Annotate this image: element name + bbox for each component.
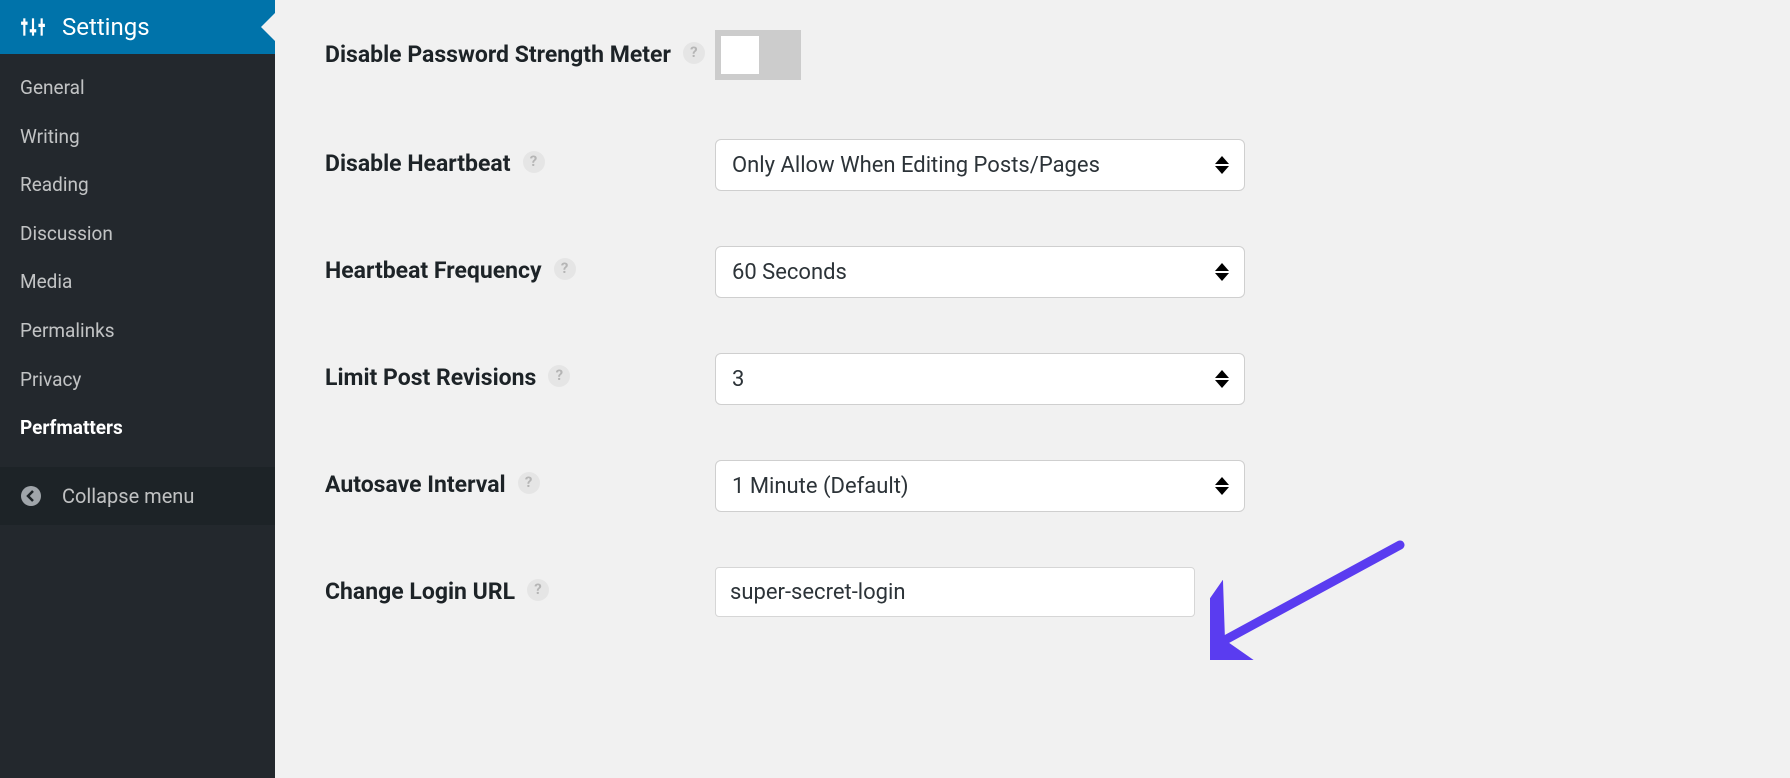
setting-label: Change Login URL ? <box>325 567 715 608</box>
sidebar-header-label: Settings <box>62 13 150 41</box>
setting-row-change-login-url: Change Login URL ? <box>325 567 1790 617</box>
sidebar-item-label: Media <box>20 270 72 293</box>
setting-label-text: Change Login URL <box>325 575 515 608</box>
select-limit-post-revisions[interactable]: 3 <box>715 353 1245 405</box>
sidebar-item-label: Permalinks <box>20 319 115 342</box>
settings-panel: Disable Password Strength Meter ? Disabl… <box>275 0 1790 778</box>
sidebar-item-permalinks[interactable]: Permalinks <box>0 307 275 356</box>
select-heartbeat-frequency[interactable]: 60 Seconds <box>715 246 1245 298</box>
select-value: 3 <box>715 353 1245 405</box>
setting-label: Disable Password Strength Meter ? <box>325 30 715 71</box>
settings-form: Disable Password Strength Meter ? Disabl… <box>325 30 1790 617</box>
sidebar-item-writing[interactable]: Writing <box>0 113 275 162</box>
sidebar-item-discussion[interactable]: Discussion <box>0 210 275 259</box>
select-value: 1 Minute (Default) <box>715 460 1245 512</box>
setting-row-disable-password-strength: Disable Password Strength Meter ? <box>325 30 1790 84</box>
collapse-icon <box>18 483 44 509</box>
sidebar-item-label: Discussion <box>20 222 113 245</box>
setting-label-text: Disable Heartbeat <box>325 147 511 180</box>
setting-label-text: Heartbeat Frequency <box>325 254 542 287</box>
sidebar-item-perfmatters[interactable]: Perfmatters <box>0 404 275 453</box>
toggle-knob <box>721 36 759 74</box>
setting-label: Disable Heartbeat ? <box>325 139 715 180</box>
sidebar-item-label: General <box>20 76 85 99</box>
sliders-icon <box>18 12 48 42</box>
setting-label-text: Limit Post Revisions <box>325 361 536 394</box>
setting-label: Autosave Interval ? <box>325 460 715 501</box>
sidebar-item-reading[interactable]: Reading <box>0 161 275 210</box>
select-autosave-interval[interactable]: 1 Minute (Default) <box>715 460 1245 512</box>
help-icon[interactable]: ? <box>523 151 545 173</box>
help-icon[interactable]: ? <box>683 42 705 64</box>
sidebar-item-general[interactable]: General <box>0 64 275 113</box>
toggle-disable-password-strength[interactable] <box>715 30 801 80</box>
sidebar-header-settings[interactable]: Settings <box>0 0 275 54</box>
help-icon[interactable]: ? <box>518 472 540 494</box>
setting-row-heartbeat-frequency: Heartbeat Frequency ? 60 Seconds <box>325 246 1790 298</box>
help-icon[interactable]: ? <box>554 258 576 280</box>
sidebar-item-media[interactable]: Media <box>0 258 275 307</box>
sidebar-items: General Writing Reading Discussion Media… <box>0 54 275 461</box>
setting-row-disable-heartbeat: Disable Heartbeat ? Only Allow When Edit… <box>325 139 1790 191</box>
sidebar-item-label: Perfmatters <box>20 416 123 439</box>
setting-row-autosave-interval: Autosave Interval ? 1 Minute (Default) <box>325 460 1790 512</box>
setting-label-text: Disable Password Strength Meter <box>325 38 671 71</box>
select-value: 60 Seconds <box>715 246 1245 298</box>
input-change-login-url[interactable] <box>715 567 1195 617</box>
collapse-menu-label: Collapse menu <box>62 484 194 508</box>
sidebar-item-label: Privacy <box>20 368 81 391</box>
help-icon[interactable]: ? <box>548 365 570 387</box>
sidebar-item-label: Writing <box>20 125 80 148</box>
collapse-menu-button[interactable]: Collapse menu <box>0 467 275 525</box>
admin-sidebar: Settings General Writing Reading Discuss… <box>0 0 275 778</box>
select-disable-heartbeat[interactable]: Only Allow When Editing Posts/Pages <box>715 139 1245 191</box>
help-icon[interactable]: ? <box>527 579 549 601</box>
setting-label: Heartbeat Frequency ? <box>325 246 715 287</box>
sidebar-item-label: Reading <box>20 173 89 196</box>
setting-label-text: Autosave Interval <box>325 468 506 501</box>
setting-label: Limit Post Revisions ? <box>325 353 715 394</box>
sidebar-item-privacy[interactable]: Privacy <box>0 356 275 405</box>
setting-row-limit-post-revisions: Limit Post Revisions ? 3 <box>325 353 1790 405</box>
select-value: Only Allow When Editing Posts/Pages <box>715 139 1245 191</box>
